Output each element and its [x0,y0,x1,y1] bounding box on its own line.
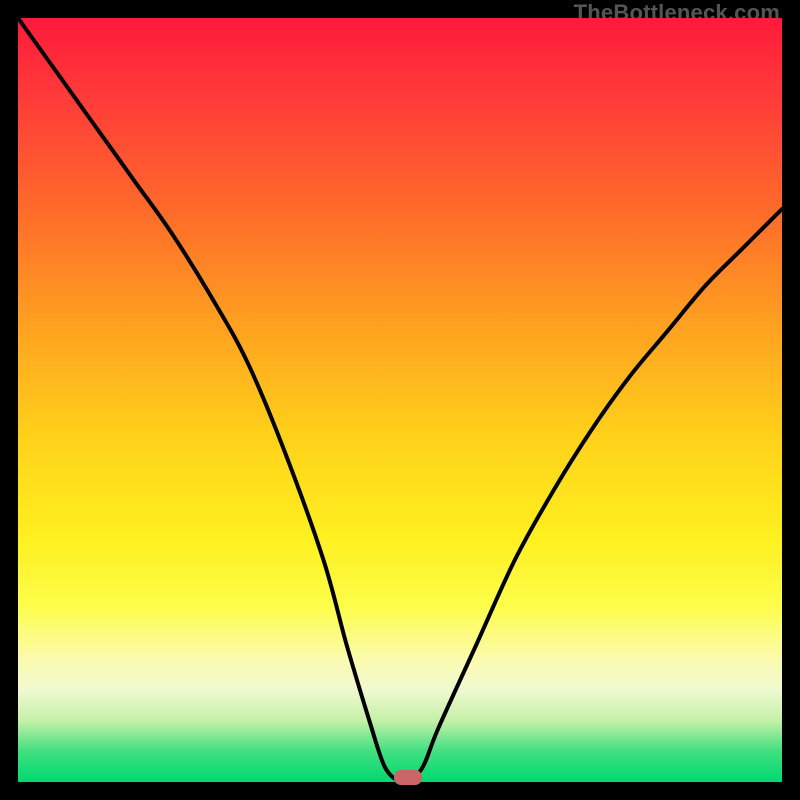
chart-frame: TheBottleneck.com [0,0,800,800]
optimum-marker [394,770,422,785]
bottleneck-curve [18,18,782,782]
plot-area [18,18,782,782]
curve-path [18,18,782,784]
